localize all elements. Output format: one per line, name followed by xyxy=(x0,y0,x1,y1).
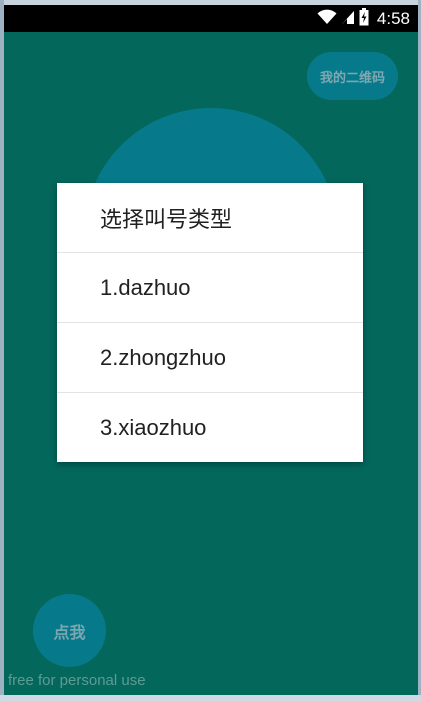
watermark-text: free for personal use xyxy=(8,672,146,689)
window-frame-bottom xyxy=(0,695,421,701)
dialog-option-zhongzhuo[interactable]: 2.zhongzhuo xyxy=(57,323,363,393)
dialog-title: 选择叫号类型 xyxy=(57,183,363,253)
signal-icon xyxy=(341,9,355,29)
tap-me-button[interactable]: 点我 xyxy=(33,594,106,667)
battery-icon xyxy=(359,7,369,30)
call-type-dialog: 选择叫号类型 1.dazhuo 2.zhongzhuo 3.xiaozhuo xyxy=(57,183,363,462)
dialog-option-xiaozhuo[interactable]: 3.xiaozhuo xyxy=(57,393,363,462)
status-time: 4:58 xyxy=(376,8,410,28)
dialog-option-dazhuo[interactable]: 1.dazhuo xyxy=(57,253,363,323)
status-icons: 4:58 xyxy=(317,7,410,30)
phone-screen: 4:58 我的二维码 点击 点我 free for personal use 选… xyxy=(4,5,418,695)
wifi-icon xyxy=(317,9,337,29)
my-qr-code-button[interactable]: 我的二维码 xyxy=(307,52,398,100)
status-bar: 4:58 xyxy=(4,5,418,32)
